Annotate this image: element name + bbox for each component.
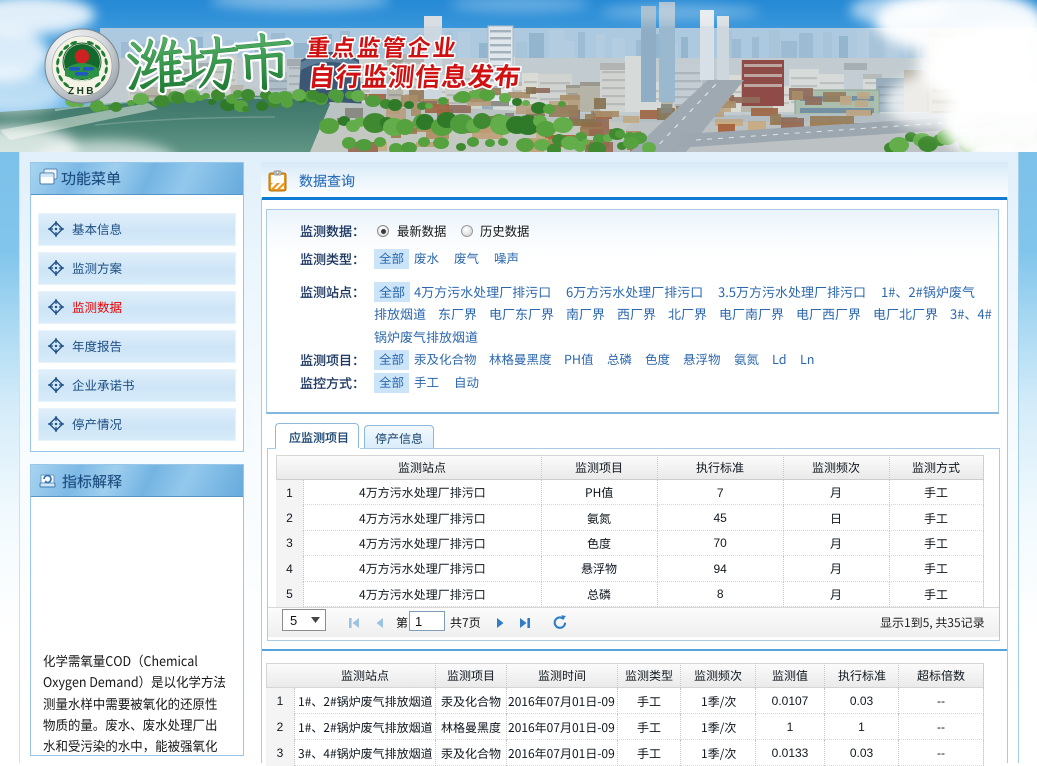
svg-text:ZHB: ZHB	[68, 86, 96, 97]
